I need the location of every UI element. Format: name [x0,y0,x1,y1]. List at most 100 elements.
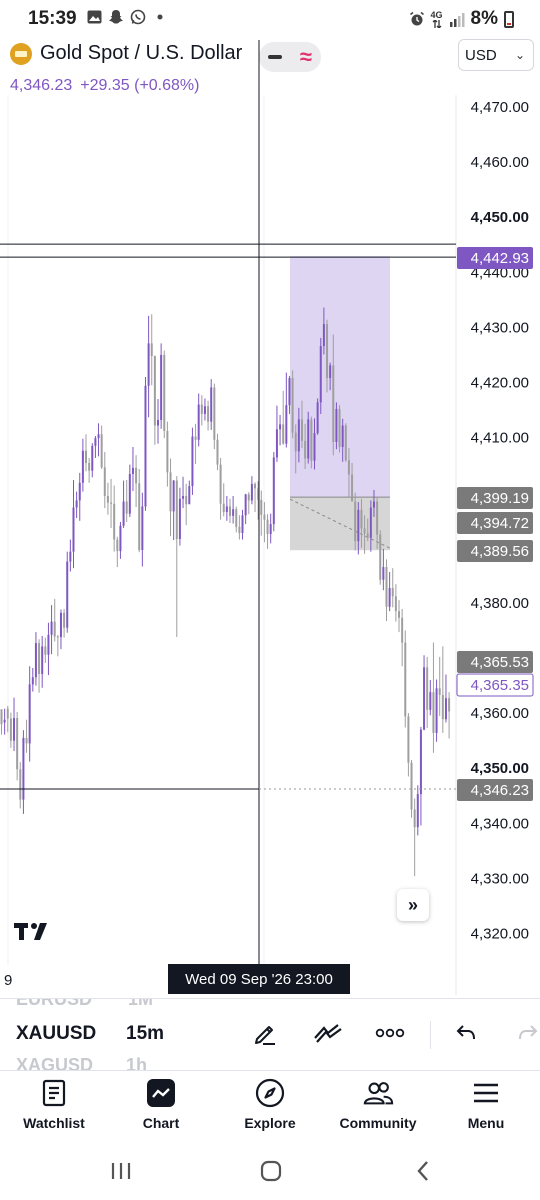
candle-body [294,432,297,452]
undo-icon[interactable] [450,1017,482,1049]
system-navigation-bar [0,1142,540,1200]
price-chart[interactable]: 4,470.004,460.004,450.004,440.004,430.00… [0,0,540,1000]
candle-body [88,462,91,471]
nav-explore[interactable]: Explore [220,1077,320,1131]
candle-body [175,480,178,539]
candle-body [241,515,244,533]
nav-label-chart: Chart [142,1115,180,1131]
chart-toolbar: EURUSD XAUUSD XAGUSD 1M 15m 1h [0,998,540,1070]
candle-body [75,500,78,508]
candle-body [279,424,282,430]
candle-body [166,430,169,473]
candle-body [238,526,241,533]
watchlist-icon [38,1077,70,1109]
tradingview-logo [14,920,56,947]
price-badge-label: 4,399.19 [471,490,529,507]
candle-body [250,483,253,501]
candle-body [38,643,41,674]
interval-picker[interactable]: 1M 15m 1h [126,999,186,1070]
candle-body [3,719,6,723]
menu-icon [470,1077,502,1109]
candle-body [407,716,410,763]
candle-body [413,809,416,828]
candle-body [63,612,66,628]
candle-body [185,496,188,505]
candle-body [203,406,206,414]
candle-body [322,324,325,347]
candle-body [219,464,222,504]
candle-body [310,419,313,461]
crosshair-time-label: Wed 09 Sep '26 23:00 [168,964,350,994]
candle-body [351,474,354,502]
price-tick-label: 4,340.00 [471,815,529,832]
candle-body [288,378,291,406]
symbol-next[interactable]: XAGUSD [16,1055,93,1070]
symbol-current[interactable]: XAUUSD [16,1023,96,1045]
candle-body [85,450,88,463]
price-tick-label: 4,380.00 [471,595,529,612]
candle-body [66,561,69,628]
nav-menu[interactable]: Menu [436,1077,536,1131]
candle-body [106,496,109,503]
candle-body [341,425,344,447]
price-tick-label: 4,330.00 [471,870,529,887]
candle-body [72,507,75,552]
candle-body [94,438,97,446]
home-icon[interactable] [256,1156,286,1186]
nav-community[interactable]: Community [328,1077,428,1131]
candle-body [275,429,278,458]
symbol-picker[interactable]: EURUSD XAUUSD XAGUSD [16,999,112,1070]
candle-body [13,718,16,741]
candle-body [110,502,113,504]
candle-body [263,514,266,520]
candle-body [6,708,9,719]
toolbar-divider [430,1021,431,1049]
candle-body [135,467,138,484]
candle-body [100,434,103,468]
nav-label-watchlist: Watchlist [23,1115,85,1131]
trend-drawing-icon[interactable] [312,1017,344,1049]
candle-body [144,385,147,507]
candle-body [125,501,128,514]
candle-body [329,365,332,379]
candle-body [319,346,322,403]
candle-body [200,404,203,414]
candle-body [147,343,150,386]
candle-body [379,534,382,580]
candle-body [172,480,175,512]
candle-body [0,709,3,725]
redo-icon[interactable] [512,1017,540,1049]
candle-body [382,567,385,580]
nav-label-community: Community [339,1115,417,1131]
interval-prev[interactable]: 1M [128,999,153,1010]
candle-body [272,457,275,525]
price-tick-label: 4,320.00 [471,926,529,943]
candle-body [285,405,288,444]
candle-body [300,419,303,441]
candle-body [150,343,153,357]
candle-body [216,439,219,465]
candle-body [419,729,422,795]
candle-body [366,533,369,538]
candle-body [78,482,81,501]
candle-body [401,617,404,643]
scroll-to-realtime-button[interactable]: » [397,889,429,921]
candle-body [385,567,388,607]
nav-chart[interactable]: Chart [111,1077,211,1131]
candle-body [360,509,363,529]
interval-next[interactable]: 1h [126,1055,147,1070]
pen-icon[interactable] [249,1017,281,1049]
candle-body [19,769,22,800]
nav-watchlist[interactable]: Watchlist [4,1077,104,1131]
interval-current[interactable]: 15m [126,1023,164,1045]
back-icon[interactable] [408,1156,438,1186]
candle-body [213,387,216,440]
candle-body [448,698,451,712]
price-badge-label: 4,365.53 [471,654,529,671]
symbol-prev[interactable]: EURUSD [16,999,92,1010]
candle-body [197,404,200,440]
recents-icon[interactable] [106,1156,136,1186]
more-icon[interactable] [374,1017,406,1049]
candle-body [113,503,116,540]
candle-body [316,402,319,434]
